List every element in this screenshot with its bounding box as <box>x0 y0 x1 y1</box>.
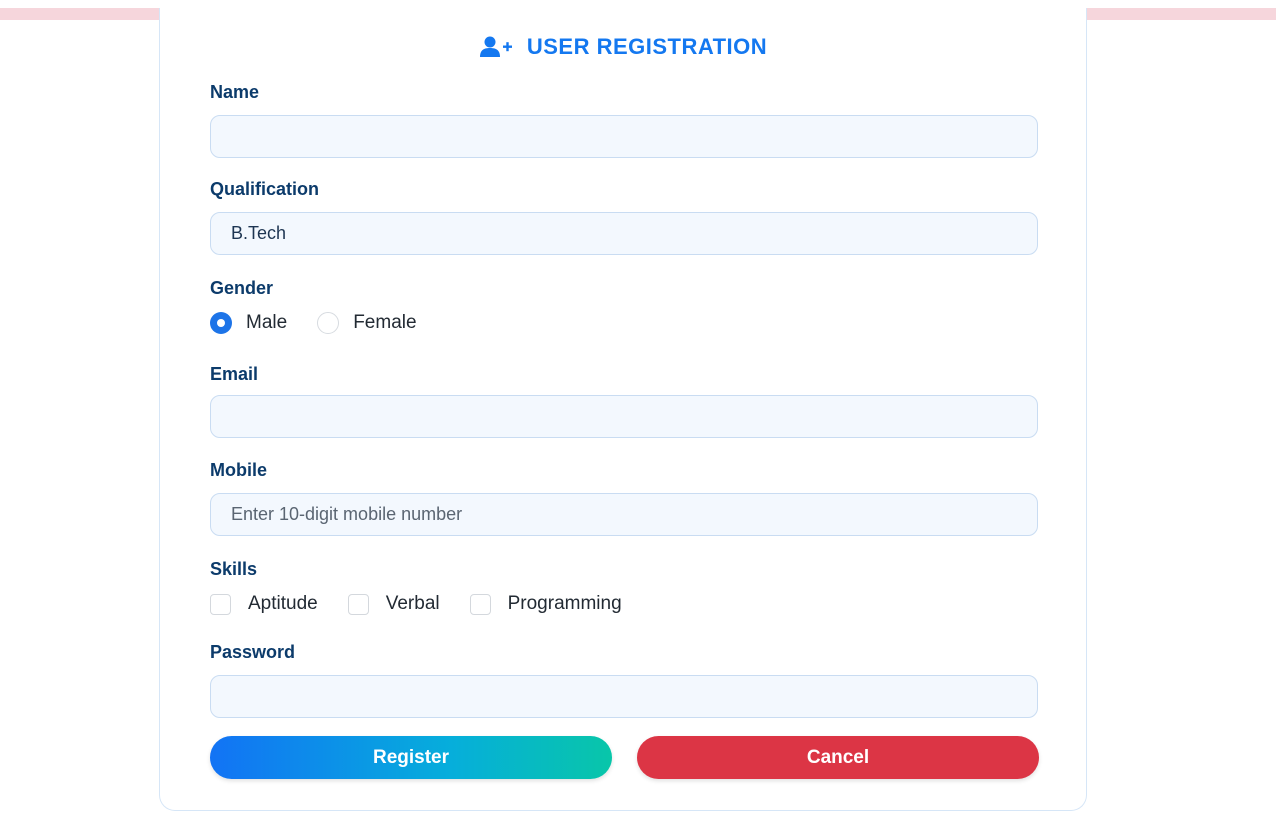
programming-label: Programming <box>507 593 622 614</box>
mobile-label: Mobile <box>210 460 267 480</box>
gender-option-male[interactable]: Male <box>210 312 287 334</box>
gender-label: Gender <box>210 278 274 298</box>
skills-label: Skills <box>210 559 258 579</box>
aptitude-label: Aptitude <box>248 593 318 614</box>
skill-option-programming[interactable]: Programming <box>469 593 622 615</box>
skill-option-aptitude[interactable]: Aptitude <box>210 593 318 615</box>
form-title-text: USER REGISTRATION <box>526 34 768 59</box>
gender-options: Male Female <box>210 312 447 334</box>
male-radio[interactable] <box>210 312 232 334</box>
gender-option-female[interactable]: Female <box>317 312 417 334</box>
qualification-input[interactable] <box>210 212 1038 255</box>
male-label: Male <box>246 312 288 333</box>
programming-checkbox[interactable] <box>469 593 491 615</box>
top-strip <box>0 0 1276 8</box>
registration-card: USER REGISTRATION Name Qualification Gen… <box>159 8 1087 811</box>
skill-option-verbal[interactable]: Verbal <box>347 593 440 615</box>
user-plus-icon <box>479 36 519 58</box>
name-input[interactable] <box>210 115 1038 158</box>
name-label: Name <box>210 82 260 102</box>
mobile-input[interactable] <box>210 493 1038 536</box>
qualification-label: Qualification <box>210 179 320 199</box>
password-input[interactable] <box>210 675 1038 718</box>
female-radio[interactable] <box>317 312 340 334</box>
email-label: Email <box>210 364 259 384</box>
female-label: Female <box>353 312 417 333</box>
password-label: Password <box>210 642 296 662</box>
register-button[interactable]: Register <box>210 736 612 779</box>
aptitude-checkbox[interactable] <box>210 593 231 615</box>
skills-options: Aptitude Verbal Programming <box>210 593 652 615</box>
cancel-button[interactable]: Cancel <box>637 736 1039 779</box>
verbal-label: Verbal <box>385 593 440 614</box>
verbal-checkbox[interactable] <box>347 593 369 615</box>
form-title: USER REGISTRATION <box>160 34 1086 60</box>
email-input[interactable] <box>210 395 1038 438</box>
